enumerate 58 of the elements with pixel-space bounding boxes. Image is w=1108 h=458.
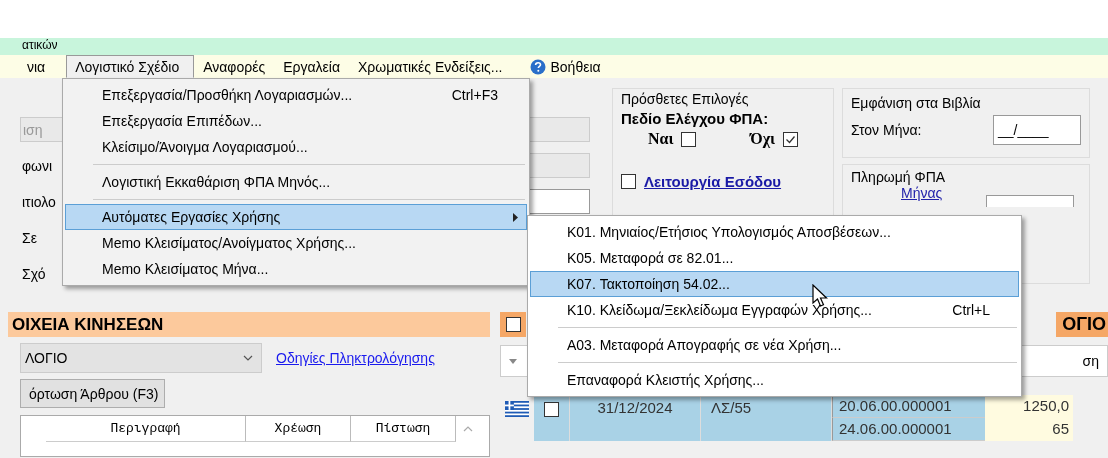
- checkbox[interactable]: [783, 131, 799, 147]
- menu-item[interactable]: Κλείσιμο/Άνοιγμα Λογαριασμού...: [65, 134, 527, 160]
- menu-item[interactable]: K07. Τακτοποίηση 54.02...: [530, 271, 1019, 297]
- flag-icon: [505, 401, 529, 417]
- option-label: Ναι: [647, 130, 674, 148]
- group-title: Πρόσθετες Επιλογές: [621, 91, 750, 107]
- section-header: ΟΙΧΕΙΑ ΚΙΝΗΣΕΩΝ: [8, 312, 490, 337]
- checkbox[interactable]: [505, 317, 521, 332]
- vat-check-label: Πεδίο Ελέγχου ΦΠΑ:: [621, 110, 770, 127]
- option-label: Όχι: [750, 130, 776, 148]
- menu-item[interactable]: Αναφορές: [194, 55, 275, 78]
- menu-item[interactable]: Εργαλεία: [274, 55, 350, 78]
- field-label: Σε: [21, 229, 38, 246]
- window-title: ατικών: [22, 38, 58, 52]
- chevron-icon: [243, 355, 253, 361]
- group-title: Πληρωμή ΦΠΑ: [851, 169, 947, 185]
- menu-item[interactable]: K05. Μεταφορά σε 82.01...: [530, 245, 1019, 271]
- column-header: Χρέωση: [246, 416, 351, 442]
- table-cell: 20.06.00.000001: [832, 395, 985, 418]
- group-title: Εμφάνιση στα Βιβλία: [851, 95, 982, 111]
- section-header: ΟΓΙΟ: [1056, 312, 1108, 337]
- menu-item[interactable]: Αυτόματες Εργασίες Χρήσης: [65, 204, 527, 230]
- field-label: ιτιολο: [21, 193, 57, 210]
- column-header: Πίστωση: [351, 416, 456, 442]
- month-link[interactable]: Μήνας: [901, 185, 943, 201]
- checkbox[interactable]: [544, 401, 559, 417]
- account-dropdown[interactable]: ΛΟΓΙΟ: [20, 343, 262, 373]
- menu-item[interactable]: νια: [18, 55, 55, 78]
- table-cell: 1250,0: [985, 395, 1073, 418]
- table-cell: 24.06.00.000001: [832, 418, 985, 441]
- caret-icon[interactable]: [509, 358, 517, 364]
- column-header: ση: [1082, 353, 1099, 369]
- help-icon: [530, 59, 547, 75]
- menu-item[interactable]: Βοήθεια: [521, 55, 610, 78]
- menu-item[interactable]: Memo Κλεισίματος Μήνα...: [65, 256, 527, 282]
- load-entry-button[interactable]: όρτωση Άρθρου (F3): [20, 379, 166, 408]
- menu-item[interactable]: Επεξεργασία/Προσθήκη Λογαριασμών... Ctrl+F3: [65, 82, 527, 108]
- menu-item[interactable]: Επαναφορά Κλειστής Χρήσης...: [530, 367, 1019, 393]
- menu-item[interactable]: Λογιστικό Σχέδιο: [66, 55, 195, 78]
- checkbox[interactable]: [621, 174, 636, 189]
- table-cell: 65: [985, 418, 1073, 441]
- typing-help-link[interactable]: Οδηγίες Πληκτρολόγησης: [276, 350, 435, 366]
- column-header: Περιγραφή: [46, 416, 246, 442]
- month-field[interactable]: [986, 195, 1074, 207]
- field-label: φωνι: [21, 157, 54, 174]
- income-mode-link[interactable]: Λειτουργία Εσόδου: [644, 173, 782, 190]
- dropdown-value: ΛΟΓΙΟ: [25, 350, 68, 366]
- month-label: Στον Μήνα:: [851, 122, 922, 138]
- menu-item[interactable]: K01. Μηνιαίος/Ετήσιος Υπολογισμός Αποσβέσεων...: [530, 219, 1019, 245]
- menu-item[interactable]: Χρωματικές Ενδείξεις...: [349, 55, 512, 78]
- month-field[interactable]: __/____: [993, 115, 1081, 145]
- menu-item[interactable]: Επεξεργασία Επιπέδων...: [65, 108, 527, 134]
- field-label: Σχό: [21, 265, 47, 282]
- menu-item[interactable]: K10. Κλείδωμα/Ξεκλείδωμα Εγγραφών Χρήσης... Ctrl+L: [530, 297, 1019, 323]
- checkbox[interactable]: [681, 131, 697, 147]
- menu-item[interactable]: Memo Κλεισίματος/Ανοίγματος Χρήσης...: [65, 230, 527, 256]
- menu-item[interactable]: Λογιστική Εκκαθάριση ΦΠΑ Μηνός...: [65, 169, 527, 195]
- menu-item[interactable]: A03. Μεταφορά Απογραφής σε νέα Χρήση...: [530, 332, 1019, 358]
